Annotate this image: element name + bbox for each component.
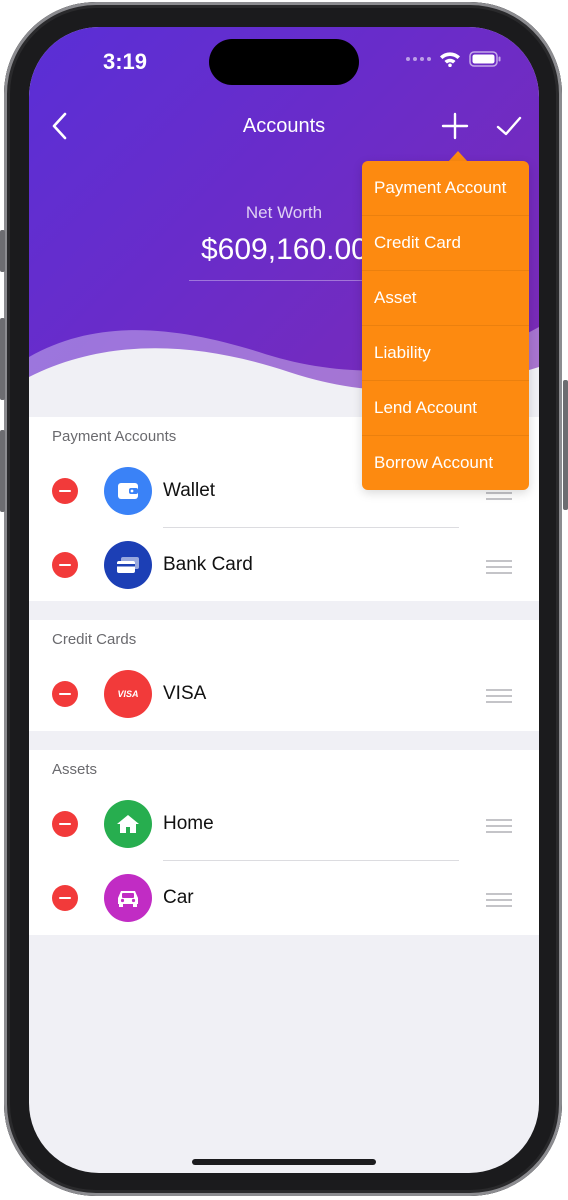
- cellular-signal-icon: [406, 57, 431, 61]
- wifi-icon: [440, 52, 460, 67]
- reorder-handle-icon[interactable]: [486, 560, 512, 574]
- section-header: Payment Accounts: [52, 428, 177, 445]
- visa-icon: VISA: [104, 670, 152, 718]
- account-row-bank-card[interactable]: Bank Card: [29, 528, 539, 602]
- reorder-handle-icon[interactable]: [486, 819, 512, 833]
- section-header: Credit Cards: [52, 631, 137, 648]
- dynamic-island: [209, 39, 359, 85]
- reorder-handle-icon[interactable]: [486, 689, 512, 703]
- wallet-icon: [104, 467, 152, 515]
- delete-minus-icon[interactable]: [52, 811, 78, 837]
- menu-item-borrow-account[interactable]: Borrow Account: [362, 436, 529, 490]
- delete-minus-icon[interactable]: [52, 478, 78, 504]
- account-name: Home: [163, 813, 214, 834]
- menu-item-lend-account[interactable]: Lend Account: [362, 381, 529, 436]
- section-header: Assets: [52, 761, 98, 778]
- bank-card-icon: [104, 541, 152, 589]
- phone-side-button: [0, 318, 5, 400]
- screen: 3:19 Accounts Net Worth $609,160.00 Paym…: [29, 27, 539, 1173]
- add-account-menu: Payment Account Credit Card Asset Liabil…: [362, 161, 529, 490]
- visa-icon-text: VISA: [117, 689, 139, 699]
- home-icon: [104, 800, 152, 848]
- menu-item-credit-card[interactable]: Credit Card: [362, 216, 529, 271]
- delete-minus-icon[interactable]: [52, 552, 78, 578]
- account-name: VISA: [163, 683, 207, 704]
- navigation-bar: Accounts: [29, 107, 539, 147]
- reorder-handle-icon[interactable]: [486, 893, 512, 907]
- done-checkmark-icon[interactable]: [495, 113, 523, 139]
- account-name: Wallet: [163, 480, 216, 501]
- phone-side-button: [0, 430, 5, 512]
- status-bar: 3:19: [29, 27, 539, 97]
- menu-item-payment-account[interactable]: Payment Account: [362, 161, 529, 216]
- delete-minus-icon[interactable]: [52, 681, 78, 707]
- account-row-home[interactable]: Home: [29, 787, 539, 861]
- net-worth-value: $609,160.00: [201, 233, 368, 266]
- account-name: Bank Card: [163, 554, 253, 575]
- delete-minus-icon[interactable]: [52, 885, 78, 911]
- phone-side-button: [0, 230, 5, 272]
- menu-item-asset[interactable]: Asset: [362, 271, 529, 326]
- phone-side-button: [563, 380, 568, 510]
- home-indicator[interactable]: [192, 1159, 376, 1165]
- account-row-car[interactable]: Car: [29, 861, 539, 935]
- account-name: Car: [163, 887, 194, 908]
- battery-icon: [469, 51, 501, 67]
- section-assets: Assets Home Car: [29, 750, 539, 935]
- status-time: 3:19: [103, 49, 148, 74]
- section-credit-cards: Credit Cards VISA VISA: [29, 620, 539, 731]
- net-worth-divider: [189, 280, 379, 281]
- status-icons: [405, 51, 501, 67]
- menu-item-liability[interactable]: Liability: [362, 326, 529, 381]
- add-account-plus-icon[interactable]: [440, 111, 470, 141]
- account-row-visa[interactable]: VISA VISA: [29, 657, 539, 731]
- car-icon: [104, 874, 152, 922]
